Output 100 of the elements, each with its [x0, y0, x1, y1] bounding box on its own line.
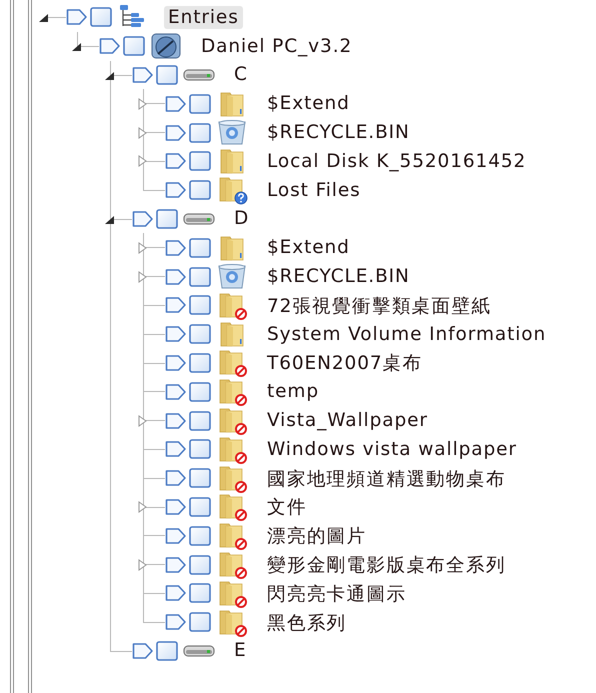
collapsed-triangle-icon[interactable] [136, 126, 148, 139]
tag-icon [165, 181, 187, 200]
checkbox[interactable] [189, 612, 211, 632]
tag-icon [165, 498, 187, 516]
checkbox[interactable] [189, 122, 211, 143]
checkbox[interactable] [189, 554, 211, 575]
tag-icon [165, 354, 187, 372]
folder-icon [218, 147, 246, 176]
tree-item-label[interactable]: $Extend [263, 92, 354, 116]
tag-icon [165, 440, 187, 458]
tag-icon [165, 94, 187, 113]
checkbox[interactable] [123, 36, 145, 56]
collapsed-triangle-icon[interactable] [136, 558, 148, 571]
collapsed-triangle-icon[interactable] [136, 500, 148, 513]
checkbox[interactable] [189, 238, 211, 258]
tag-icon [165, 268, 187, 286]
tree-item-label[interactable]: temp [263, 380, 323, 404]
restricted-folder-icon [217, 434, 247, 464]
tree-item-label[interactable]: D [230, 207, 254, 230]
checkbox[interactable] [90, 7, 112, 28]
tag-icon [165, 382, 187, 401]
tree-item-label[interactable]: Local Disk K_5520161452 [263, 150, 530, 173]
collapsed-triangle-icon[interactable] [136, 155, 148, 168]
tree-item-label[interactable]: Vista_Wallpaper [263, 409, 432, 432]
checkbox[interactable] [189, 266, 211, 287]
checkbox[interactable] [189, 295, 211, 316]
checkbox[interactable] [189, 468, 211, 488]
tree-item-label[interactable]: 文件 [263, 493, 311, 520]
tag-icon [99, 37, 121, 56]
drive-icon [183, 212, 215, 226]
collapsed-triangle-icon[interactable] [136, 242, 148, 254]
collapsed-triangle-icon[interactable] [136, 98, 148, 110]
collapsed-triangle-icon[interactable] [136, 414, 148, 427]
tree-item-label[interactable]: T60EN2007桌布 [263, 349, 426, 376]
folder-question-icon [216, 175, 248, 206]
tree-item-label[interactable]: C [230, 63, 252, 86]
restricted-folder-icon [217, 578, 247, 608]
tree-item-label[interactable]: E [230, 639, 251, 662]
tag-icon [165, 556, 187, 574]
tree-item-label[interactable]: 國家地理頻道精選動物桌布 [263, 464, 510, 492]
tag-icon [165, 238, 187, 257]
restricted-folder-icon [217, 290, 247, 320]
collapsed-triangle-icon[interactable] [136, 270, 148, 283]
drive-icon [183, 68, 215, 82]
tag-icon [165, 325, 187, 344]
checkbox[interactable] [189, 352, 211, 373]
checkbox[interactable] [189, 94, 211, 114]
restricted-folder-icon [217, 550, 247, 580]
checkbox[interactable] [189, 410, 211, 431]
tree-item-label[interactable]: 黑色系列 [263, 608, 351, 636]
tree-item-label[interactable]: $RECYCLE.BIN [263, 265, 414, 288]
restricted-folder-icon [217, 464, 247, 493]
tree-item-label[interactable]: 閃亮亮卡通圖示 [263, 580, 410, 607]
tag-icon [132, 210, 154, 228]
checkbox[interactable] [189, 439, 211, 460]
tag-icon [165, 296, 187, 314]
restricted-folder-icon [217, 521, 247, 550]
tree-item-label[interactable]: Entries [164, 6, 243, 29]
restricted-folder-icon [217, 377, 247, 406]
checkbox[interactable] [189, 324, 211, 344]
restricted-folder-icon [217, 492, 247, 522]
checkbox[interactable] [156, 208, 178, 229]
tree-item-label[interactable]: 漂亮的圖片 [263, 522, 370, 550]
checkbox[interactable] [189, 496, 211, 517]
checkbox[interactable] [156, 640, 178, 661]
drive-icon [183, 644, 215, 658]
tag-icon [66, 8, 88, 26]
folder-icon [218, 234, 246, 262]
expanded-triangle-icon[interactable] [70, 40, 82, 52]
checkbox[interactable] [189, 583, 211, 604]
tree-item-label[interactable]: Windows vista wallpaper [263, 438, 521, 461]
tree-item-label[interactable]: Lost Files [263, 178, 365, 202]
tag-icon [132, 642, 154, 660]
checkbox[interactable] [189, 151, 211, 172]
recycle-bin-icon [217, 263, 247, 290]
tag-icon [165, 412, 187, 430]
folder-icon [218, 90, 246, 118]
expanded-triangle-icon[interactable] [37, 11, 49, 24]
checkbox[interactable] [189, 180, 211, 200]
tree-item-label[interactable]: Daniel PC_v3.2 [197, 34, 356, 58]
gauge-icon [151, 33, 181, 60]
checkbox[interactable] [156, 64, 178, 85]
tree-item-label[interactable]: 72張視覺衝擊類桌面壁紙 [263, 292, 496, 319]
checkbox[interactable] [189, 382, 211, 402]
tag-icon [165, 584, 187, 602]
checkbox[interactable] [189, 526, 211, 546]
restricted-folder-icon [217, 406, 247, 436]
recycle-bin-icon [217, 119, 247, 146]
tag-icon [165, 469, 187, 488]
tag-icon [165, 526, 187, 545]
tag-icon [165, 152, 187, 170]
tree-item-label[interactable]: $RECYCLE.BIN [263, 121, 414, 144]
tag-icon [165, 613, 187, 632]
tag-icon [132, 66, 154, 84]
restricted-folder-icon [217, 348, 247, 378]
tree-item-label[interactable]: $Extend [263, 236, 354, 260]
tree-item-label[interactable]: 變形金剛電影版桌布全系列 [263, 551, 510, 578]
tree-item-label[interactable]: System Volume Information [263, 322, 550, 346]
tag-icon [165, 124, 187, 142]
restricted-folder-icon [217, 608, 247, 637]
